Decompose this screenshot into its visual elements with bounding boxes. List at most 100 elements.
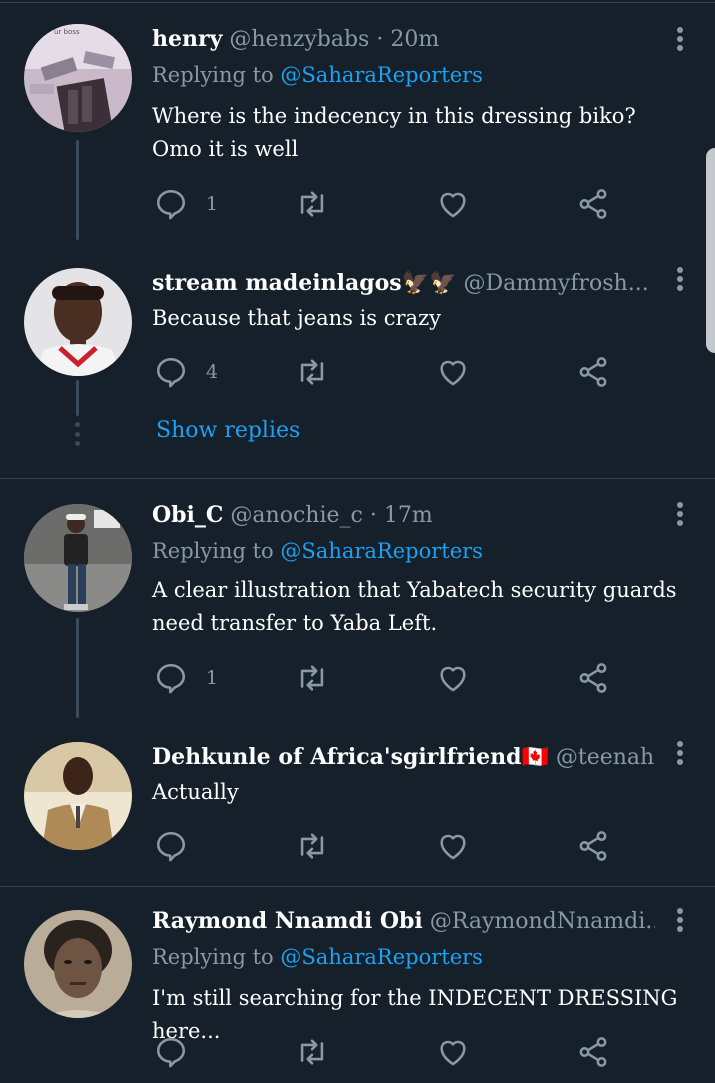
avatar[interactable]: ur boss	[24, 24, 132, 132]
share-button[interactable]	[576, 658, 610, 698]
replying-prefix: Replying to	[152, 63, 274, 87]
like-button[interactable]	[436, 1032, 470, 1072]
like-button[interactable]	[436, 184, 470, 224]
action-bar: 1	[152, 184, 622, 224]
retweet-button[interactable]	[294, 826, 330, 866]
share-icon	[579, 663, 607, 693]
show-replies-link[interactable]: Show replies	[156, 418, 300, 443]
display-name[interactable]: Raymond Nnamdi Obi	[152, 908, 423, 934]
action-bar	[152, 826, 622, 866]
reply-icon	[156, 189, 186, 220]
retweet-icon	[300, 665, 324, 691]
thread-line	[76, 380, 79, 416]
tweet-text: Actually	[152, 780, 239, 804]
replying-mention[interactable]: @SaharaReporters	[280, 945, 483, 969]
avatar[interactable]	[24, 504, 132, 612]
user-handle[interactable]: @henzybabs	[229, 27, 369, 52]
like-button[interactable]	[436, 352, 470, 392]
heart-icon	[440, 192, 466, 218]
more-options-icon[interactable]	[672, 905, 688, 935]
display-name[interactable]: Dehkunle of Africa'sgirlfriend🇨🇦	[152, 744, 549, 770]
share-button[interactable]	[576, 184, 610, 224]
heart-icon	[440, 666, 466, 692]
reply-button[interactable]: 4	[154, 352, 218, 392]
tweet-header: Obi_C @anochie_c · 17m	[152, 500, 655, 531]
tweet-header: Dehkunle of Africa'sgirlfriend🇨🇦 @teenah…	[152, 742, 655, 773]
display-name[interactable]: Obi_C	[152, 502, 223, 528]
display-name[interactable]: henry	[152, 26, 222, 52]
retweet-icon	[300, 833, 324, 859]
action-bar: 4	[152, 352, 622, 392]
reply-count: 4	[206, 361, 219, 383]
retweet-button[interactable]	[294, 184, 330, 224]
replying-to: Replying to @SaharaReporters	[152, 60, 483, 90]
timestamp[interactable]: 17m	[384, 503, 433, 528]
avatar[interactable]	[24, 268, 132, 376]
reply-count: 1	[206, 667, 219, 689]
like-button[interactable]	[436, 826, 470, 866]
reply-button[interactable]: 1	[154, 658, 218, 698]
thread-line	[76, 140, 79, 240]
reply-button[interactable]: 1	[154, 184, 218, 224]
share-button[interactable]	[576, 1032, 610, 1072]
replying-to: Replying to @SaharaReporters	[152, 536, 483, 566]
reply-thread-screen: ur boss henry @henzybabs · 20m Replying …	[0, 0, 715, 1083]
user-handle[interactable]: @teenah...	[556, 745, 655, 770]
tweet-header: henry @henzybabs · 20m	[152, 24, 655, 55]
replying-mention[interactable]: @SaharaReporters	[280, 539, 483, 563]
tweet-header: stream madeinlagos🦅🦅 @Dammyfrosh... · 20…	[152, 268, 655, 299]
replying-to: Replying to @SaharaReporters	[152, 942, 483, 972]
separator-dot: ·	[376, 27, 384, 52]
retweet-icon	[300, 359, 324, 385]
thread-divider	[0, 886, 715, 887]
retweet-button[interactable]	[294, 352, 330, 392]
heart-icon	[440, 360, 466, 386]
retweet-button[interactable]	[294, 658, 330, 698]
share-button[interactable]	[576, 352, 610, 392]
avatar[interactable]	[24, 742, 132, 850]
action-bar: 1	[152, 658, 622, 698]
share-icon	[579, 1037, 607, 1067]
heart-icon	[440, 1040, 466, 1066]
tweet-text: Where is the indecency in this dressing …	[152, 104, 636, 161]
share-icon	[579, 831, 607, 861]
reply-button[interactable]	[154, 826, 206, 866]
avatar[interactable]	[24, 910, 132, 1018]
share-icon	[579, 357, 607, 387]
avatar-caption: ur boss	[54, 28, 80, 36]
more-options-icon[interactable]	[672, 738, 688, 768]
user-handle[interactable]: @Dammyfrosh...	[463, 271, 648, 296]
separator-dot: ·	[369, 503, 377, 528]
more-options-icon[interactable]	[672, 264, 688, 294]
share-icon	[579, 189, 607, 219]
reply-icon	[156, 357, 186, 388]
thread-line	[76, 618, 79, 718]
more-options-icon[interactable]	[672, 499, 688, 529]
retweet-icon	[300, 191, 324, 217]
reply-button[interactable]	[154, 1032, 206, 1072]
tweet-text: A clear illustration that Yabatech secur…	[152, 578, 677, 635]
tweet-text: Because that jeans is crazy	[152, 306, 441, 330]
action-bar	[152, 1032, 622, 1072]
more-options-icon[interactable]	[672, 24, 688, 54]
reply-icon	[156, 663, 186, 694]
top-divider	[0, 2, 715, 3]
thread-dots-icon	[74, 422, 81, 446]
timestamp[interactable]: 20m	[390, 27, 439, 52]
replying-mention[interactable]: @SaharaReporters	[280, 63, 483, 87]
share-button[interactable]	[576, 826, 610, 866]
user-handle[interactable]: @RaymondNnamdi...	[430, 909, 655, 934]
like-button[interactable]	[436, 658, 470, 698]
thread-divider	[0, 478, 715, 479]
tweet-header: Raymond Nnamdi Obi @RaymondNnamdi... · 2…	[152, 906, 655, 937]
replying-prefix: Replying to	[152, 539, 274, 563]
display-name[interactable]: stream madeinlagos🦅🦅	[152, 270, 456, 296]
reply-count: 1	[206, 193, 219, 215]
reply-icon	[156, 1037, 186, 1068]
replying-prefix: Replying to	[152, 945, 274, 969]
retweet-icon	[300, 1039, 324, 1065]
reply-icon	[156, 831, 186, 862]
retweet-button[interactable]	[294, 1032, 330, 1072]
user-handle[interactable]: @anochie_c	[230, 503, 362, 528]
scrollbar-handle[interactable]	[706, 148, 715, 353]
